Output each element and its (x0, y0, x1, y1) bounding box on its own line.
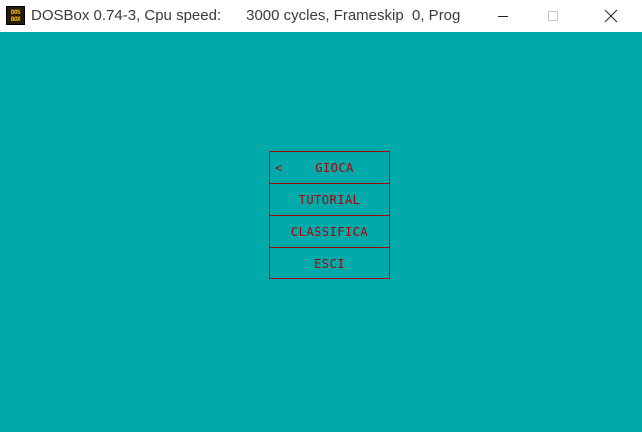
dos-screen[interactable]: < GIOCA TUTORIAL CLASSIFICA ESCI (0, 32, 642, 432)
minimize-button[interactable] (480, 0, 526, 32)
menu-item-gioca[interactable]: < GIOCA (270, 152, 389, 184)
selection-cursor-icon: < (275, 160, 283, 175)
menu-item-classifica[interactable]: CLASSIFICA (270, 216, 389, 248)
window-title: DOSBox 0.74-3, Cpu speed: 3000 cycles, F… (31, 7, 461, 24)
dosbox-window: DOS BOX DOSBox 0.74-3, Cpu speed: 3000 c… (0, 0, 642, 432)
title-bar[interactable]: DOS BOX DOSBox 0.74-3, Cpu speed: 3000 c… (0, 0, 642, 32)
main-menu: < GIOCA TUTORIAL CLASSIFICA ESCI (269, 151, 390, 279)
icon-text-top: DOS (10, 8, 21, 16)
icon-text-bottom: BOX (10, 15, 21, 23)
menu-item-label: TUTORIAL (298, 192, 361, 207)
menu-item-label: GIOCA (315, 160, 354, 175)
maximize-icon (548, 11, 558, 21)
close-icon (604, 9, 618, 23)
menu-item-label: ESCI (314, 257, 345, 271)
menu-item-tutorial[interactable]: TUTORIAL (270, 184, 389, 216)
menu-item-esci[interactable]: ESCI (270, 248, 389, 280)
maximize-button[interactable] (530, 0, 576, 32)
dosbox-icon: DOS BOX (6, 6, 25, 25)
menu-item-label: CLASSIFICA (290, 224, 369, 239)
minimize-icon (498, 16, 508, 17)
close-button[interactable] (588, 0, 634, 32)
